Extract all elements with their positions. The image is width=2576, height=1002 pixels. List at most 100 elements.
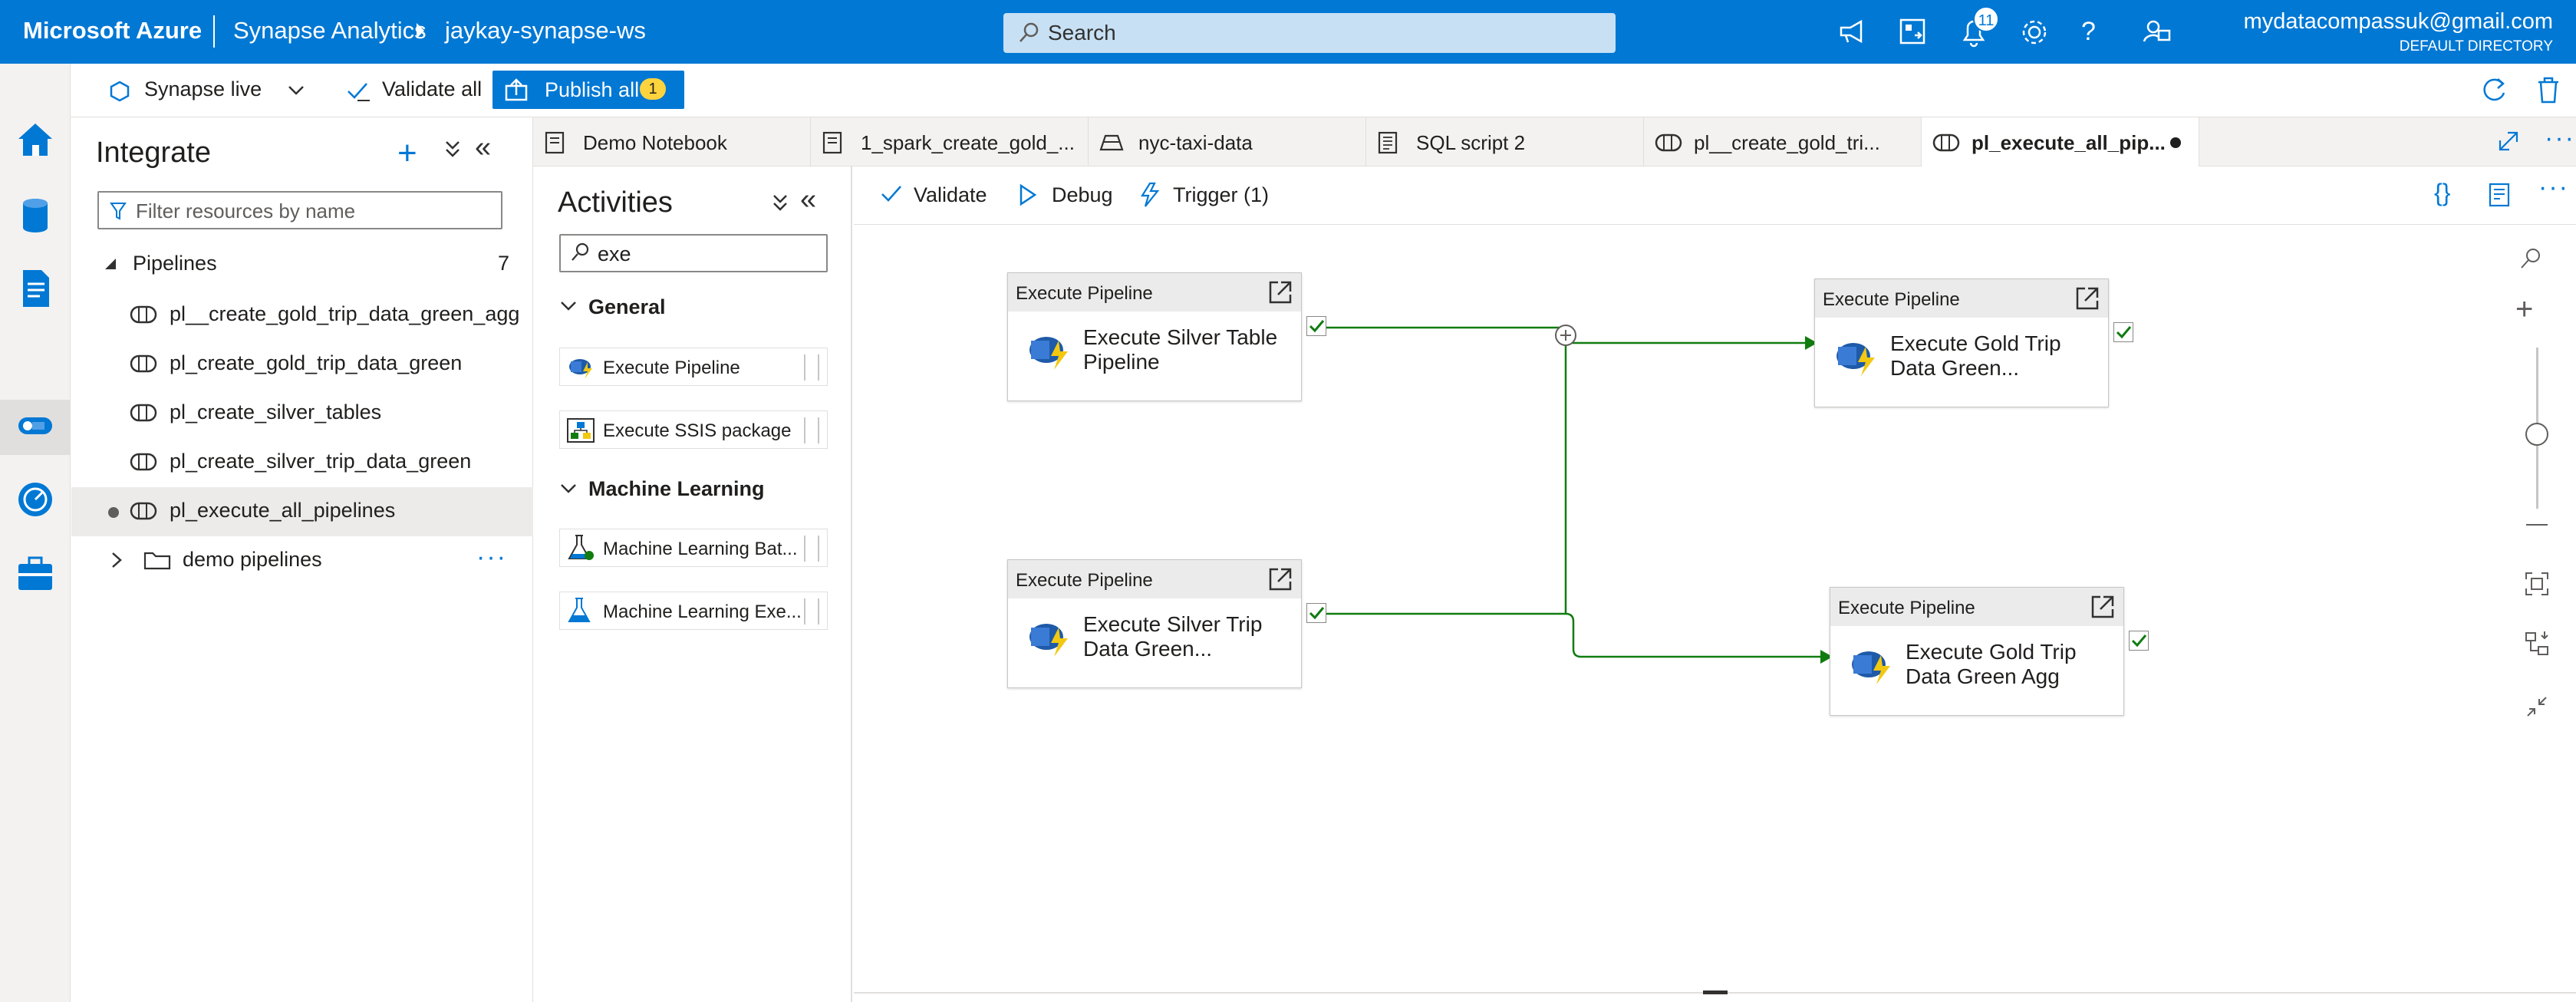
monitor-icon[interactable] [14, 478, 57, 521]
tree-item-pipeline[interactable]: pl__create_gold_trip_data_green_agg [71, 291, 533, 340]
activities-search-input[interactable]: exe [559, 234, 828, 272]
validate-button[interactable]: Validate [914, 183, 987, 207]
resize-handle[interactable] [1703, 990, 1728, 994]
ssis-package-icon [566, 417, 595, 443]
success-output-handle[interactable] [1306, 603, 1326, 623]
zoom-out-icon[interactable] [2526, 524, 2548, 526]
chevron-down-icon[interactable] [287, 82, 305, 97]
tab-pipeline-execute-all[interactable]: pl_execute_all_pip... [1922, 117, 2199, 166]
develop-icon[interactable] [14, 267, 57, 310]
drag-handle[interactable] [804, 536, 819, 562]
activity-node-silver-trip[interactable]: Execute Pipeline Execute Silver Trip Dat… [1007, 559, 1302, 688]
more-options-icon[interactable]: ··· [2538, 173, 2569, 203]
data-icon[interactable] [14, 194, 57, 237]
collapse-panel-icon[interactable]: « [800, 183, 816, 216]
tab-label: nyc-taxi-data [1138, 131, 1253, 154]
group-general-label: General [588, 295, 666, 318]
tree-item-pipeline[interactable]: pl_create_silver_trip_data_green [71, 438, 533, 487]
tab-spark-notebook[interactable]: 1_spark_create_gold_... [811, 117, 1089, 166]
properties-icon[interactable] [2488, 182, 2514, 208]
discard-icon[interactable] [2535, 76, 2561, 105]
activity-execute-pipeline[interactable]: Execute Pipeline [559, 348, 828, 386]
checkmark-icon [880, 183, 903, 205]
search-icon [1019, 22, 1039, 44]
code-braces-icon[interactable]: {} [2434, 179, 2450, 207]
group-general-toggle[interactable] [559, 298, 578, 314]
activity-ml-batch[interactable]: Machine Learning Bat... [559, 529, 828, 567]
activity-execute-ssis[interactable]: Execute SSIS package [559, 410, 828, 449]
activities-title: Activities [558, 186, 673, 219]
drag-handle[interactable] [804, 354, 819, 381]
maximize-icon[interactable] [2497, 130, 2520, 153]
pipelines-section[interactable]: Pipelines 7 [71, 240, 533, 289]
validate-all-button[interactable]: Validate all [382, 77, 482, 101]
filter-icon [110, 202, 127, 220]
more-tabs-icon[interactable]: ··· [2545, 124, 2575, 153]
open-external-icon[interactable] [1267, 566, 1293, 592]
feedback-megaphone-icon[interactable] [1838, 17, 1867, 46]
feedback-icon[interactable] [2142, 17, 2172, 48]
notebook-icon [822, 131, 843, 154]
more-options-icon[interactable]: ··· [476, 542, 507, 572]
notebook-icon [544, 131, 565, 154]
account-email[interactable]: mydatacompassuk@gmail.com [2244, 9, 2553, 35]
tree-item-pipeline[interactable]: pl_create_gold_trip_data_green [71, 340, 533, 389]
directory-name: DEFAULT DIRECTORY [2399, 38, 2553, 54]
tree-item-pipeline[interactable]: pl_create_silver_tables [71, 389, 533, 438]
tree-item-folder[interactable]: demo pipelines ··· [71, 536, 533, 585]
filter-input[interactable]: Filter resources by name [97, 191, 502, 229]
trigger-button[interactable]: Trigger (1) [1173, 183, 1269, 207]
ml-flask-icon [566, 597, 595, 625]
debug-button[interactable]: Debug [1052, 183, 1113, 207]
tab-demo-notebook[interactable]: Demo Notebook [533, 117, 811, 166]
search-box[interactable]: Search [1003, 13, 1616, 53]
collapse-all-icon[interactable] [771, 191, 789, 214]
group-ml-toggle[interactable] [559, 481, 578, 496]
activity-node-silver-table[interactable]: Execute Pipeline Execute Silver Table Pi… [1007, 272, 1302, 401]
drag-handle[interactable] [804, 598, 819, 625]
drag-handle[interactable] [804, 417, 819, 443]
collapse-all-icon[interactable] [443, 137, 462, 160]
canvas-search-icon[interactable] [2518, 246, 2543, 271]
pipeline-canvas[interactable]: Execute Pipeline Execute Silver Table Pi… [854, 225, 2576, 1002]
tab-pipeline-gold[interactable]: pl__create_gold_tri... [1644, 117, 1922, 166]
zoom-slider-thumb[interactable] [2525, 423, 2548, 446]
execute-pipeline-icon [1025, 617, 1071, 658]
folder-icon [143, 550, 171, 570]
pipeline-icon [130, 354, 157, 374]
service-link[interactable]: Synapse Analytics [233, 17, 427, 44]
node-name: Execute Silver Table Pipeline [1083, 325, 1278, 374]
tab-dataset[interactable]: nyc-taxi-data [1089, 117, 1366, 166]
manage-icon[interactable] [14, 552, 57, 595]
home-icon[interactable] [14, 117, 57, 160]
add-icon[interactable]: + [397, 134, 417, 173]
workspace-link[interactable]: jaykay-synapse-ws [445, 17, 646, 44]
directory-switch-icon[interactable] [1898, 17, 1927, 46]
zoom-in-icon[interactable]: + [2515, 292, 2533, 327]
activity-node-gold-trip[interactable]: Execute Pipeline Execute Gold Trip Data … [1814, 279, 2109, 407]
zoom-to-fit-icon[interactable] [2525, 572, 2549, 596]
open-external-icon[interactable] [2074, 285, 2100, 311]
activity-node-gold-trip-agg[interactable]: Execute Pipeline Execute Gold Trip Data … [1830, 587, 2124, 716]
open-external-icon[interactable] [1267, 279, 1293, 305]
auto-align-icon[interactable] [2525, 631, 2549, 656]
gear-icon[interactable] [2019, 17, 2050, 48]
tree-item-pipeline-selected[interactable]: pl_execute_all_pipelines [71, 487, 533, 536]
dataset-icon [1099, 133, 1124, 151]
publish-all-button[interactable]: Publish all 1 [492, 71, 684, 109]
execute-pipeline-icon [1832, 336, 1878, 377]
success-output-handle[interactable] [2129, 631, 2149, 651]
collapse-arrows-icon[interactable] [2525, 694, 2549, 719]
execute-pipeline-icon [1847, 644, 1893, 686]
help-icon[interactable]: ? [2081, 17, 2096, 47]
tab-sql-script[interactable]: SQL script 2 [1366, 117, 1644, 166]
activity-ml-execute[interactable]: Machine Learning Exe... [559, 592, 828, 630]
success-output-handle[interactable] [1306, 316, 1326, 336]
success-output-handle[interactable] [2113, 322, 2133, 342]
brand-link[interactable]: Microsoft Azure [23, 17, 202, 44]
open-external-icon[interactable] [2090, 594, 2116, 620]
synapse-live-label[interactable]: Synapse live [144, 77, 262, 101]
collapse-panel-icon[interactable]: « [475, 131, 491, 164]
integrate-icon[interactable] [14, 405, 57, 448]
refresh-icon[interactable] [2479, 76, 2508, 105]
